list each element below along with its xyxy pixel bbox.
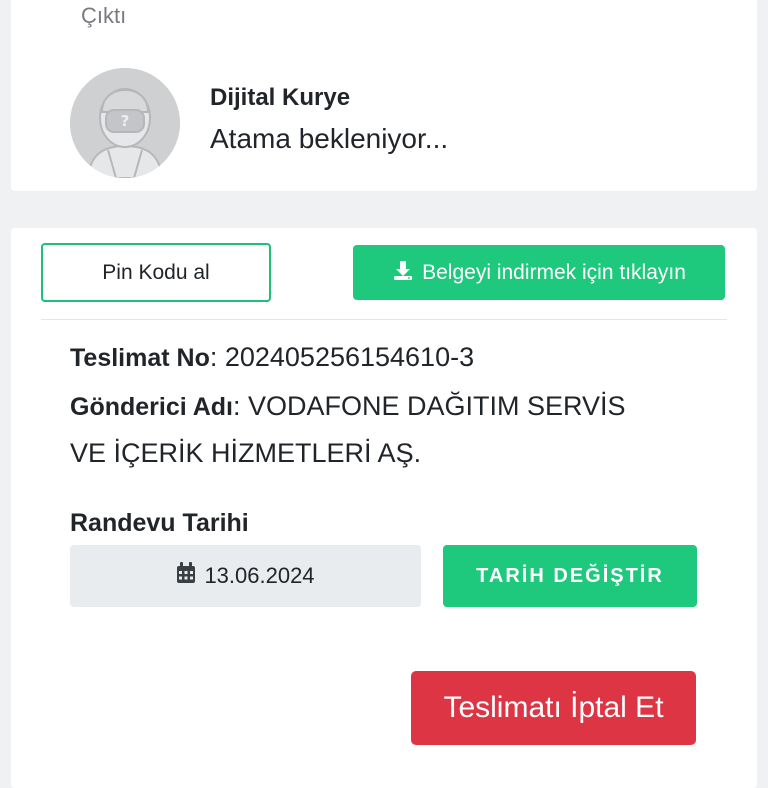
calendar-icon: [176, 562, 196, 590]
courier-name: Dijital Kurye: [210, 84, 351, 111]
download-document-button[interactable]: Belgeyi indirmek için tıklayın: [353, 245, 725, 300]
appointment-date-value: 13.06.2024: [204, 563, 315, 588]
divider: [41, 319, 727, 320]
appointment-title: Randevu Tarihi: [70, 509, 249, 537]
status-label: Çıktı: [81, 3, 127, 28]
courier-card: Çıktı ? Dijital Kurye Atama bekleniyor..…: [11, 0, 757, 191]
sender-name-value: : VODAFONE DAĞITIM SERVİS: [232, 391, 626, 421]
sender-name-continued: VE İÇERİK HİZMETLERİ AŞ.: [70, 438, 422, 468]
download-button-label: Belgeyi indirmek için tıklayın: [422, 260, 686, 284]
delivery-number: Teslimat No: 202405256154610-3: [70, 342, 474, 373]
sender-name-label: Gönderici Adı: [70, 393, 233, 421]
delivery-number-label: Teslimat No: [70, 344, 210, 372]
cancel-delivery-button[interactable]: Teslimatı İptal Et: [411, 671, 696, 745]
download-icon: [392, 259, 414, 287]
sender-name: Gönderici Adı: VODAFONE DAĞITIM SERVİS: [70, 391, 626, 422]
delivery-number-value: : 202405256154610-3: [209, 342, 475, 372]
change-date-button[interactable]: TARİH DEĞİŞTİR: [443, 545, 697, 607]
courier-avatar-icon: ?: [70, 68, 180, 178]
svg-text:?: ?: [121, 112, 130, 130]
pin-code-button[interactable]: Pin Kodu al: [41, 243, 271, 302]
delivery-card: Pin Kodu al Belgeyi indirmek için tıklay…: [11, 228, 757, 788]
appointment-date-field[interactable]: 13.06.2024: [70, 545, 421, 607]
courier-status: Atama bekleniyor...: [210, 123, 449, 154]
